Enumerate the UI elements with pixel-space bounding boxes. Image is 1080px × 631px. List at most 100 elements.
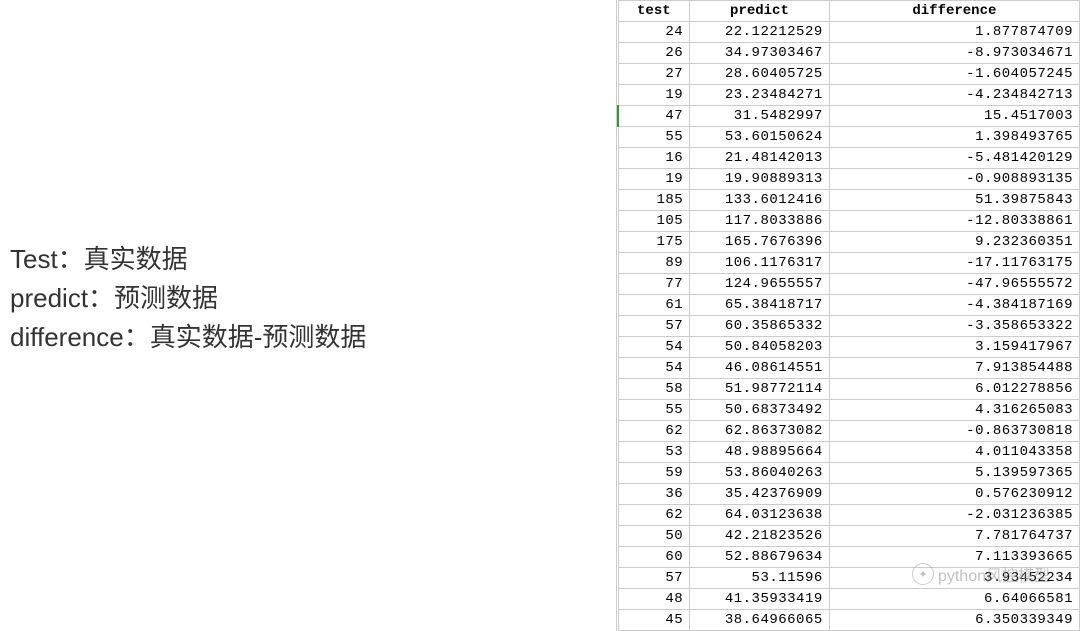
cell-test[interactable]: 54 [618, 358, 690, 379]
cell-predict[interactable]: 51.98772114 [690, 379, 830, 400]
cell-predict[interactable]: 35.42376909 [690, 484, 830, 505]
table-row[interactable]: 6165.38418717-4.384187169 [618, 295, 1080, 316]
table-row[interactable]: 2422.122125291.877874709 [618, 22, 1080, 43]
cell-predict[interactable]: 38.64966065 [690, 610, 830, 631]
cell-test[interactable]: 48 [618, 589, 690, 610]
cell-predict[interactable]: 19.90889313 [690, 169, 830, 190]
cell-predict[interactable]: 50.68373492 [690, 400, 830, 421]
cell-test[interactable]: 62 [618, 505, 690, 526]
cell-predict[interactable]: 64.03123638 [690, 505, 830, 526]
cell-predict[interactable]: 53.86040263 [690, 463, 830, 484]
cell-test[interactable]: 60 [618, 547, 690, 568]
cell-predict[interactable]: 28.60405725 [690, 64, 830, 85]
cell-test[interactable]: 16 [618, 148, 690, 169]
cell-difference[interactable]: -1.604057245 [829, 64, 1079, 85]
cell-test[interactable]: 55 [618, 400, 690, 421]
table-row[interactable]: 5760.35865332-3.358653322 [618, 316, 1080, 337]
table-row[interactable]: 175165.76763969.232360351 [618, 232, 1080, 253]
cell-predict[interactable]: 165.7676396 [690, 232, 830, 253]
cell-predict[interactable]: 23.23484271 [690, 85, 830, 106]
cell-predict[interactable]: 53.11596 [690, 568, 830, 589]
cell-difference[interactable]: -4.234842713 [829, 85, 1079, 106]
cell-predict[interactable]: 31.5482997 [690, 106, 830, 127]
table-row[interactable]: 3635.423769090.576230912 [618, 484, 1080, 505]
cell-test[interactable]: 54 [618, 337, 690, 358]
table-row[interactable]: 2634.97303467-8.973034671 [618, 43, 1080, 64]
cell-test[interactable]: 26 [618, 43, 690, 64]
cell-difference[interactable]: 7.781764737 [829, 526, 1079, 547]
table-row[interactable]: 105117.8033886-12.80338861 [618, 211, 1080, 232]
cell-predict[interactable]: 52.88679634 [690, 547, 830, 568]
cell-predict[interactable]: 53.60150624 [690, 127, 830, 148]
cell-difference[interactable]: 51.39875843 [829, 190, 1079, 211]
cell-test[interactable]: 89 [618, 253, 690, 274]
cell-predict[interactable]: 34.97303467 [690, 43, 830, 64]
cell-test[interactable]: 77 [618, 274, 690, 295]
cell-test[interactable]: 62 [618, 421, 690, 442]
table-row[interactable]: 5953.860402635.139597365 [618, 463, 1080, 484]
table-row[interactable]: 5348.988956644.011043358 [618, 442, 1080, 463]
cell-predict[interactable]: 62.86373082 [690, 421, 830, 442]
header-predict[interactable]: predict [690, 1, 830, 22]
cell-predict[interactable]: 124.9655557 [690, 274, 830, 295]
cell-predict[interactable]: 48.98895664 [690, 442, 830, 463]
cell-test[interactable]: 50 [618, 526, 690, 547]
cell-predict[interactable]: 46.08614551 [690, 358, 830, 379]
cell-difference[interactable]: 0.576230912 [829, 484, 1079, 505]
table-row[interactable]: 5042.218235267.781764737 [618, 526, 1080, 547]
table-row[interactable]: 6262.86373082-0.863730818 [618, 421, 1080, 442]
cell-test[interactable]: 61 [618, 295, 690, 316]
cell-test[interactable]: 24 [618, 22, 690, 43]
table-row[interactable]: 89106.1176317-17.11763175 [618, 253, 1080, 274]
table-row[interactable]: 5450.840582033.159417967 [618, 337, 1080, 358]
cell-predict[interactable]: 42.21823526 [690, 526, 830, 547]
cell-predict[interactable]: 106.1176317 [690, 253, 830, 274]
cell-test[interactable]: 175 [618, 232, 690, 253]
cell-predict[interactable]: 41.35933419 [690, 589, 830, 610]
table-row[interactable]: 1621.48142013-5.481420129 [618, 148, 1080, 169]
cell-test[interactable]: 19 [618, 169, 690, 190]
cell-difference[interactable]: 6.350339349 [829, 610, 1079, 631]
table-row[interactable]: 4731.548299715.4517003 [618, 106, 1080, 127]
cell-difference[interactable]: -47.96555572 [829, 274, 1079, 295]
cell-difference[interactable]: 4.011043358 [829, 442, 1079, 463]
cell-test[interactable]: 45 [618, 610, 690, 631]
header-difference[interactable]: difference [829, 1, 1079, 22]
cell-difference[interactable]: 3.159417967 [829, 337, 1079, 358]
cell-difference[interactable]: -3.358653322 [829, 316, 1079, 337]
cell-difference[interactable]: 15.4517003 [829, 106, 1079, 127]
header-test[interactable]: test [618, 1, 690, 22]
table-row[interactable]: 5550.683734924.316265083 [618, 400, 1080, 421]
cell-difference[interactable]: 7.913854488 [829, 358, 1079, 379]
cell-test[interactable]: 57 [618, 316, 690, 337]
cell-test[interactable]: 36 [618, 484, 690, 505]
cell-difference[interactable]: -0.908893135 [829, 169, 1079, 190]
cell-difference[interactable]: -12.80338861 [829, 211, 1079, 232]
table-row[interactable]: 6264.03123638-2.031236385 [618, 505, 1080, 526]
cell-difference[interactable]: -8.973034671 [829, 43, 1079, 64]
cell-test[interactable]: 58 [618, 379, 690, 400]
cell-test[interactable]: 19 [618, 85, 690, 106]
table-row[interactable]: 185133.601241651.39875843 [618, 190, 1080, 211]
cell-predict[interactable]: 50.84058203 [690, 337, 830, 358]
cell-test[interactable]: 105 [618, 211, 690, 232]
table-row[interactable]: 4841.359334196.64066581 [618, 589, 1080, 610]
cell-difference[interactable]: 5.139597365 [829, 463, 1079, 484]
cell-difference[interactable]: 6.64066581 [829, 589, 1079, 610]
table-row[interactable]: 2728.60405725-1.604057245 [618, 64, 1080, 85]
cell-difference[interactable]: -17.11763175 [829, 253, 1079, 274]
cell-predict[interactable]: 65.38418717 [690, 295, 830, 316]
cell-difference[interactable]: 1.398493765 [829, 127, 1079, 148]
table-row[interactable]: 1923.23484271-4.234842713 [618, 85, 1080, 106]
cell-difference[interactable]: 6.012278856 [829, 379, 1079, 400]
cell-difference[interactable]: -4.384187169 [829, 295, 1079, 316]
cell-predict[interactable]: 117.8033886 [690, 211, 830, 232]
cell-predict[interactable]: 22.12212529 [690, 22, 830, 43]
cell-difference[interactable]: 9.232360351 [829, 232, 1079, 253]
cell-difference[interactable]: -5.481420129 [829, 148, 1079, 169]
cell-predict[interactable]: 60.35865332 [690, 316, 830, 337]
cell-predict[interactable]: 133.6012416 [690, 190, 830, 211]
cell-difference[interactable]: 1.877874709 [829, 22, 1079, 43]
table-row[interactable]: 5851.987721146.012278856 [618, 379, 1080, 400]
cell-difference[interactable]: -2.031236385 [829, 505, 1079, 526]
